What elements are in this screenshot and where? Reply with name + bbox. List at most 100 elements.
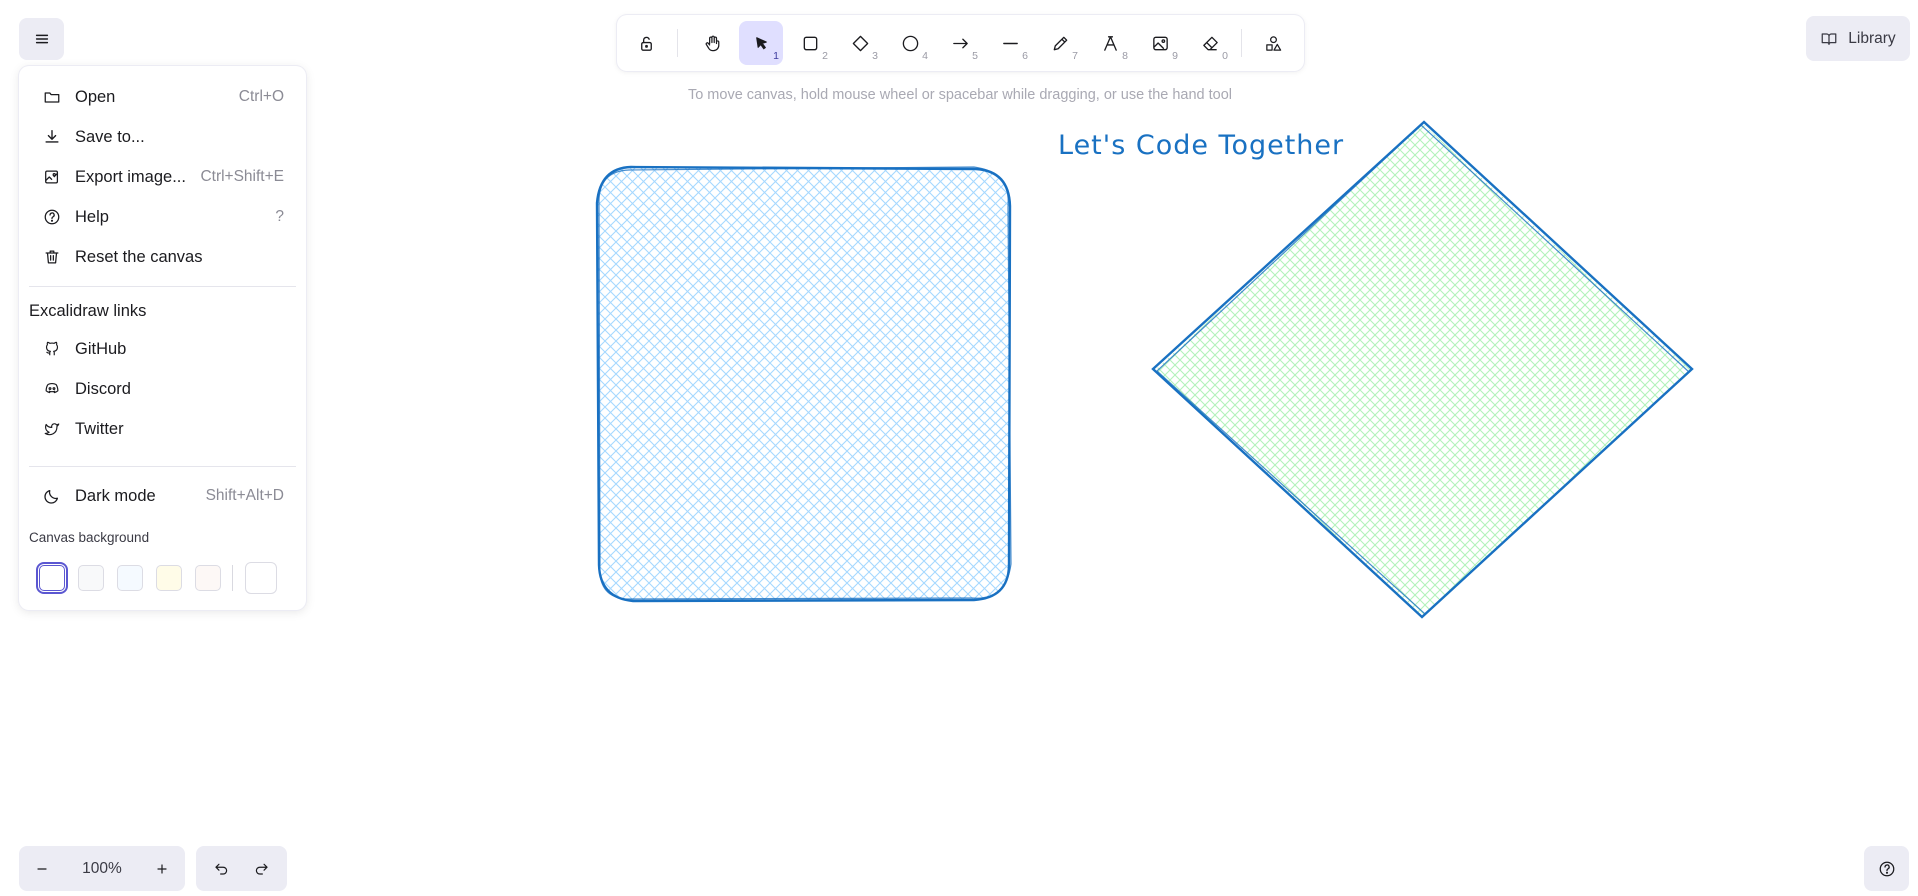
- tool-more-shapes[interactable]: [1251, 21, 1295, 65]
- twitter-icon: [43, 420, 61, 438]
- tool-rectangle[interactable]: 2: [788, 21, 832, 65]
- menu-item-label: Reset the canvas: [75, 247, 203, 266]
- tool-image[interactable]: 9: [1138, 21, 1182, 65]
- tool-shortcut-key: 7: [1072, 50, 1078, 62]
- plus-icon: [157, 863, 167, 874]
- library-label: Library: [1848, 29, 1896, 47]
- toolbar-divider: [677, 29, 678, 57]
- toolbar-divider: [1241, 29, 1242, 57]
- zoom-controls: 100%: [19, 846, 185, 891]
- tool-shortcut-key: 8: [1122, 50, 1128, 62]
- menu-item-twitter[interactable]: Twitter: [29, 410, 296, 448]
- swatch-divider: [232, 565, 233, 591]
- swatch-light-gray[interactable]: [78, 565, 104, 591]
- excalidraw-app: Let's Code Together Open Ctrl+O Save to.…: [0, 0, 1918, 896]
- pencil-icon: [1053, 36, 1067, 50]
- ellipse-icon: [902, 35, 918, 51]
- tool-shortcut-key: 9: [1172, 50, 1178, 62]
- menu-item-help[interactable]: Help ?: [29, 198, 296, 236]
- tool-shortcut-key: 5: [972, 50, 978, 62]
- trash-icon: [43, 248, 61, 266]
- main-menu-button[interactable]: [19, 18, 64, 60]
- moon-icon: [43, 487, 61, 505]
- menu-divider: [29, 286, 296, 287]
- shape-toolbar: 1 2 3 4 5 6 7 8 9 0: [617, 15, 1304, 71]
- zoom-in-button[interactable]: [139, 846, 185, 891]
- custom-color-picker[interactable]: [245, 562, 277, 594]
- menu-divider: [29, 466, 296, 467]
- tool-ellipse[interactable]: 4: [888, 21, 932, 65]
- swatch-light-pink[interactable]: [195, 565, 221, 591]
- tool-shortcut-key: 2: [822, 50, 828, 62]
- menu-item-export-image[interactable]: Export image... Ctrl+Shift+E: [29, 158, 296, 196]
- canvas-hint-text: To move canvas, hold mouse wheel or spac…: [687, 87, 1233, 103]
- menu-item-open[interactable]: Open Ctrl+O: [29, 78, 296, 116]
- canvas-title-text[interactable]: Let's Code Together: [1058, 130, 1344, 161]
- undo-button[interactable]: [203, 850, 241, 888]
- menu-item-label: Help: [75, 207, 109, 226]
- help-icon: [1879, 861, 1894, 876]
- download-icon: [43, 128, 61, 146]
- menu-item-shortcut: Ctrl+Shift+E: [200, 168, 284, 185]
- tool-text[interactable]: 8: [1088, 21, 1132, 65]
- menu-item-label: Twitter: [75, 419, 124, 438]
- tool-shortcut-key: 3: [872, 50, 878, 62]
- redo-icon: [255, 863, 268, 875]
- hamburger-icon: [35, 34, 48, 44]
- lock-icon: [640, 36, 652, 51]
- blue-rectangle-shape[interactable]: [595, 165, 1012, 603]
- swatch-light-yellow[interactable]: [156, 565, 182, 591]
- undo-icon: [215, 863, 228, 875]
- arrow-icon: [952, 38, 968, 48]
- tool-lock[interactable]: [624, 21, 668, 65]
- eraser-icon: [1202, 36, 1218, 50]
- swatch-white[interactable]: [39, 565, 65, 591]
- main-menu-dropdown: Open Ctrl+O Save to... Export image... C…: [19, 66, 306, 610]
- menu-item-reset-canvas[interactable]: Reset the canvas: [29, 238, 296, 276]
- github-icon: [43, 340, 61, 358]
- tool-shortcut-key: 6: [1022, 50, 1028, 62]
- links-heading: Excalidraw links: [29, 302, 147, 320]
- tool-shortcut-key: 4: [922, 50, 928, 62]
- tool-line[interactable]: 6: [988, 21, 1032, 65]
- zoom-level-reset[interactable]: 100%: [65, 860, 139, 878]
- tool-eraser[interactable]: 0: [1188, 21, 1232, 65]
- zoom-out-button[interactable]: [19, 846, 65, 891]
- hand-icon: [705, 35, 719, 51]
- shapes-icon: [1265, 35, 1281, 51]
- discord-icon: [43, 380, 61, 398]
- menu-item-label: Discord: [75, 379, 131, 398]
- menu-item-save-to[interactable]: Save to...: [29, 118, 296, 156]
- menu-item-label: Save to...: [75, 127, 145, 146]
- tool-selection[interactable]: 1: [739, 21, 783, 65]
- redo-button[interactable]: [242, 850, 280, 888]
- menu-item-shortcut: Shift+Alt+D: [205, 487, 284, 504]
- help-icon: [43, 208, 61, 226]
- menu-item-label: Export image...: [75, 167, 186, 186]
- menu-item-dark-mode[interactable]: Dark mode Shift+Alt+D: [29, 477, 296, 515]
- canvas-background-swatches: [39, 562, 277, 594]
- tool-draw[interactable]: 7: [1038, 21, 1082, 65]
- image-icon: [1152, 36, 1168, 50]
- text-icon: [1103, 35, 1117, 51]
- swatch-light-blue[interactable]: [117, 565, 143, 591]
- green-diamond-shape[interactable]: [1151, 120, 1694, 619]
- menu-item-github[interactable]: GitHub: [29, 330, 296, 368]
- menu-item-label: GitHub: [75, 339, 127, 358]
- tool-shortcut-key: 0: [1222, 50, 1228, 62]
- rectangle-icon: [803, 36, 817, 50]
- menu-item-label: Open: [75, 87, 116, 106]
- diamond-icon: [852, 35, 868, 51]
- tool-hand[interactable]: [690, 21, 734, 65]
- tool-arrow[interactable]: 5: [938, 21, 982, 65]
- pointer-icon: [755, 36, 767, 49]
- help-button[interactable]: [1864, 846, 1909, 891]
- menu-item-discord[interactable]: Discord: [29, 370, 296, 408]
- history-controls: [196, 846, 287, 891]
- tool-shortcut-key: 1: [773, 50, 779, 62]
- minus-icon: [37, 867, 47, 870]
- tool-diamond[interactable]: 3: [838, 21, 882, 65]
- menu-item-label: Dark mode: [75, 486, 156, 505]
- export-image-icon: [43, 168, 61, 186]
- library-button[interactable]: Library: [1806, 16, 1910, 61]
